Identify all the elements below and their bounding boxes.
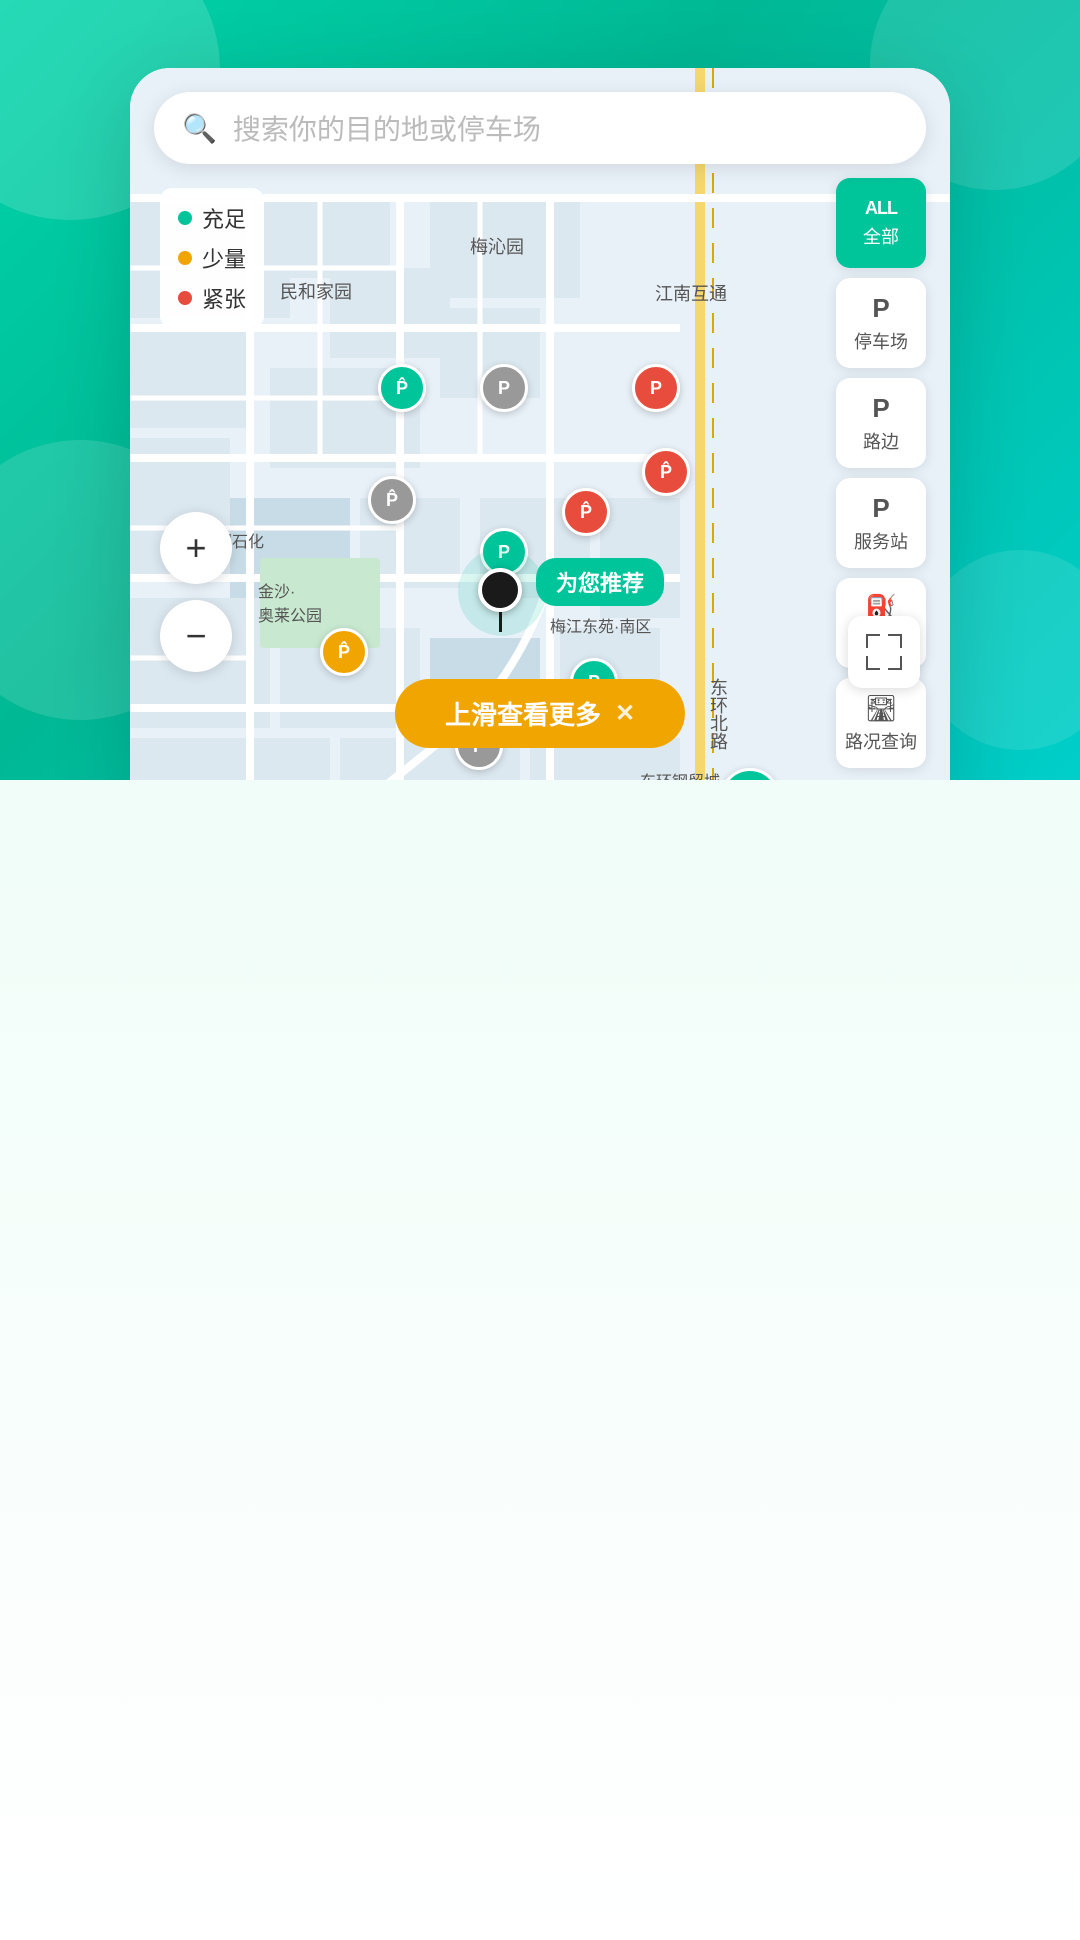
filter-service-icon: P [872,493,889,524]
map-label-donghuangang: 东环钢贸城 [640,768,720,780]
filter-roadside-icon: P [872,393,889,424]
filter-roadside-label: 路边 [863,428,899,454]
filter-traffic[interactable]: 🛣 路况查询 [836,678,926,768]
legend-label-sufficient: 充足 [202,202,246,234]
pm8-icon: P̂ [338,642,350,663]
close-icon: ✕ [615,699,635,728]
scan-icon [864,632,904,672]
legend-dot-red [178,291,192,305]
search-icon: 🔍 [182,112,217,145]
location-pin [478,568,522,632]
legend-label-few: 少量 [202,242,246,274]
parking-marker-6[interactable]: P̂ [562,488,610,536]
filter-parking-lot[interactable]: P 停车场 [836,278,926,368]
pm6-icon: P̂ [580,502,592,523]
map-svg [130,68,950,780]
parking-marker-7[interactable]: P̂ [642,448,690,496]
filter-service-label: 服务站 [854,528,908,554]
filter-service-station[interactable]: P 服务站 [836,478,926,568]
scroll-more-label: 上滑查看更多 [445,695,601,732]
map-label-donghuan: 东环北路 [705,678,731,750]
filter-traffic-label: 路况查询 [845,728,917,754]
zoom-in-button[interactable]: + [160,512,232,584]
parking-marker-2[interactable]: P [480,364,528,412]
legend-label-tight: 紧张 [202,282,246,314]
pm4-icon: P̂ [386,490,398,511]
pin-head [478,568,522,612]
search-placeholder-text: 搜索你的目的地或停车场 [233,108,541,148]
zoom-controls: + − [160,512,232,688]
pm7-icon: P̂ [660,462,672,483]
map-label-meiqinyuan: 梅沁园 [470,233,524,259]
filter-parking-label: 停车场 [854,328,908,354]
parking-marker-8[interactable]: P̂ [320,628,368,676]
parking-marker-3[interactable]: P [632,364,680,412]
legend-dot-orange [178,251,192,265]
scroll-more-button[interactable]: 上滑查看更多 ✕ [395,679,685,748]
pm1-icon: P̂ [396,378,408,399]
map-legend: 充足 少量 紧张 [160,188,264,328]
filter-parking-icon: P [872,293,889,324]
map-label-jinsha: 金沙·奥莱公园 [258,578,322,626]
map-container[interactable]: 民和家园 梅沁园 江南互通 中国石化 金沙·奥莱公园 江南苑 梅江东苑·南区 东… [130,68,950,780]
map-label-minhejiyuan: 民和家园 [280,278,352,304]
filter-all-icon: ALL [865,198,897,219]
filter-roadside[interactable]: P 路边 [836,378,926,468]
zoom-out-button[interactable]: − [160,600,232,672]
parking-marker-1[interactable]: P̂ [378,364,426,412]
legend-dot-green [178,211,192,225]
legend-item-tight: 紧张 [178,282,246,314]
pm3-icon: P [650,378,662,399]
parking-marker-4[interactable]: P̂ [368,476,416,524]
hero-section: 泊位推荐 一目了然 智能推荐就近停车场 [0,0,1080,780]
legend-item-sufficient: 充足 [178,202,246,234]
background-spacer [0,780,1080,1940]
filter-traffic-icon: 🛣 [864,693,897,724]
scan-button[interactable] [848,616,920,688]
map-label-meijian: 梅江东苑·南区 [550,613,651,637]
recommend-label: 为您推荐 [536,558,664,606]
pm2-icon: P [498,378,510,399]
map-label-jiananhuton: 江南互通 [655,280,727,306]
search-bar[interactable]: 🔍 搜索你的目的地或停车场 [154,92,926,164]
app-mockup: 民和家园 梅沁园 江南互通 中国石化 金沙·奥莱公园 江南苑 梅江东苑·南区 东… [130,68,950,780]
legend-item-few: 少量 [178,242,246,274]
filter-all-label: 全部 [863,223,899,249]
filter-all[interactable]: ALL 全部 [836,178,926,268]
pin-tail [499,612,502,632]
